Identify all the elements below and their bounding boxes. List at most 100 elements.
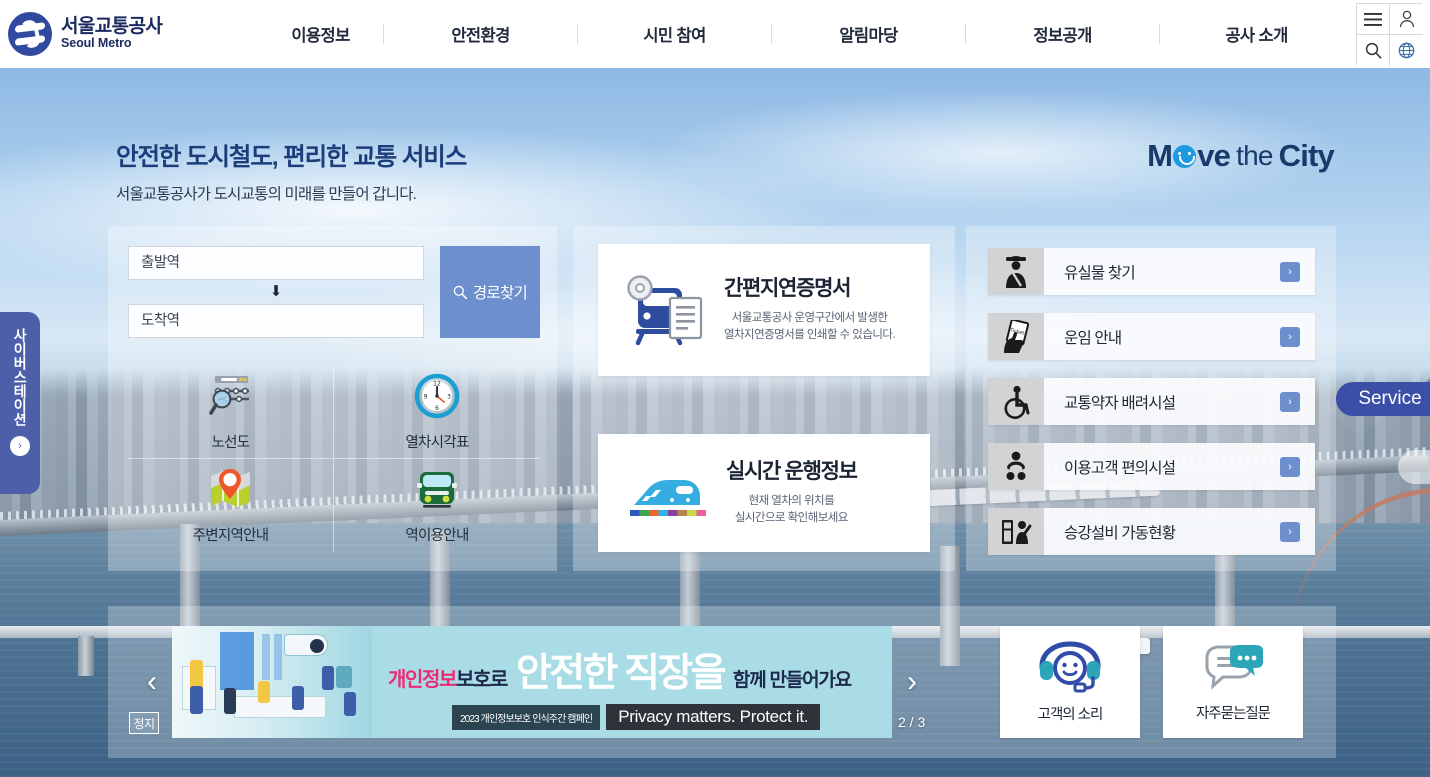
faq-card[interactable]: 자주묻는질문	[1163, 626, 1303, 738]
delay-certificate-card[interactable]: 간편지연증명서 서울교통공사 운영구간에서 발생한 열차지연증명서를 인쇄할 수…	[598, 244, 930, 376]
svg-text:3: 3	[447, 393, 451, 400]
chat-bubbles-icon	[1205, 645, 1263, 690]
search-icon	[453, 285, 468, 299]
chevron-right-icon[interactable]: ›	[1280, 261, 1300, 282]
service-item-label: 승강설비 가동현황	[1064, 524, 1176, 542]
find-route-button[interactable]: 경로찾기	[440, 246, 540, 338]
route-map-icon	[208, 375, 249, 415]
quick-link-label: 열차시각표	[405, 434, 469, 451]
menu-button[interactable]	[1357, 4, 1390, 35]
headset-icon	[1039, 641, 1101, 693]
banner-tail: 함께 만들어가요	[732, 670, 852, 691]
chevron-right-icon[interactable]: ›	[1280, 456, 1300, 477]
main-navigation: 이용정보 안전환경 시민 참여 알림마당 정보공개 공사 소개	[258, 0, 1430, 68]
quick-links-grid: 노선도 12 3 6 9 열차시각표 주변지역안내 역이용안내	[128, 366, 540, 552]
site-header: 서울교통공사 Seoul Metro 이용정보 안전환경 시민 참여 알림마당 …	[0, 0, 1430, 68]
voice-of-customer-card[interactable]: 고객의 소리	[1000, 626, 1140, 738]
carousel-next-button[interactable]: ›	[898, 662, 926, 702]
slogan-part4: City	[1278, 138, 1335, 173]
login-button[interactable]	[1390, 4, 1423, 35]
language-button[interactable]	[1390, 35, 1423, 66]
quick-link-route-map[interactable]: 노선도	[128, 366, 334, 459]
svg-text:6: 6	[435, 405, 439, 412]
promo-banner-slide[interactable]: 개인정보 보호로 안전한 직장을 함께 만들어가요 2023 개인정보보호 인식…	[172, 626, 892, 738]
banner-illustration	[172, 626, 372, 738]
carousel-stop-button[interactable]: 정지	[129, 712, 159, 734]
banner-tag-left: 2023 개인정보보호 인식주간 캠페인	[452, 704, 601, 730]
service-item-label: 유실물 찾기	[1064, 264, 1136, 282]
wheelchair-icon	[988, 378, 1044, 425]
main-panels-row: ⬇ 경로찾기	[0, 226, 1430, 571]
hero-title: 안전한 도시철도, 편리한 교통 서비스	[116, 144, 467, 171]
logo-label-kr: 서울교통공사	[61, 16, 163, 38]
service-side-tab-label: Service	[1358, 388, 1422, 409]
arrival-station-input[interactable]	[128, 304, 424, 338]
carousel-prev-button[interactable]: ‹	[138, 662, 166, 702]
service-item-label: 이용고객 편의시설	[1064, 459, 1176, 477]
banner-tag-right: Privacy matters. Protect it.	[606, 704, 821, 730]
realtime-info-card[interactable]: 실시간 운행정보 현재 열차의 위치를 실시간으로 확인해보세요	[598, 434, 930, 552]
cyber-station-side-tab[interactable]: 사이버스테이션 ›	[0, 312, 40, 494]
banner-copy: 개인정보 보호로 안전한 직장을 함께 만들어가요 2023 개인정보보호 인식…	[372, 626, 892, 738]
security-camera-icon	[284, 634, 328, 656]
service-item-lost-and-found[interactable]: 유실물 찾기 ›	[988, 248, 1315, 295]
chevron-right-icon[interactable]: ›	[1280, 521, 1300, 542]
service-item-convenience[interactable]: 이용고객 편의시설 ›	[988, 443, 1315, 490]
service-links-panel: 유실물 찾기 › Ticket 운임 안내 › 교통약자 배려시설 › 이용고객…	[966, 226, 1336, 571]
service-item-fare-guide[interactable]: Ticket 운임 안내 ›	[988, 313, 1315, 360]
service-side-tab-secondary[interactable]	[1398, 450, 1430, 484]
police-officer-icon	[988, 248, 1044, 295]
banner-lead-navy: 보호로	[456, 669, 508, 691]
slogan-part2: ve	[1197, 138, 1231, 173]
carousel-counter: 2 / 3	[898, 714, 926, 730]
quick-link-label: 노선도	[211, 434, 251, 451]
service-item-label: 운임 안내	[1064, 329, 1122, 347]
bottom-card-label: 자주묻는질문	[1195, 706, 1271, 722]
card-desc-line2: 실시간으로 확인해보세요	[734, 512, 849, 525]
elevator-icon	[988, 508, 1044, 555]
service-item-accessibility[interactable]: 교통약자 배려시설 ›	[988, 378, 1315, 425]
chevron-right-icon[interactable]: ›	[1280, 326, 1300, 347]
map-pin-icon	[210, 469, 250, 507]
bottom-card-label: 고객의 소리	[1037, 707, 1104, 723]
utility-icon-grid	[1356, 3, 1423, 66]
search-icon	[1365, 42, 1382, 59]
smiley-face-icon	[1173, 144, 1197, 168]
quick-link-timetable[interactable]: 12 3 6 9 열차시각표	[334, 366, 540, 459]
nav-item-0[interactable]: 이용정보	[258, 22, 383, 46]
hero-heading-block: 안전한 도시철도, 편리한 교통 서비스 서울교통공사가 도시교통의 미래를 만…	[116, 138, 467, 204]
card-title: 실시간 운행정보	[726, 459, 858, 483]
card-desc-line1: 현재 열차의 위치를	[748, 494, 835, 507]
ticket-hand-icon: Ticket	[988, 313, 1044, 360]
cyber-station-label: 사이버스테이션	[12, 328, 29, 426]
nav-item-1[interactable]: 안전환경	[384, 22, 577, 46]
nav-item-4[interactable]: 정보공개	[966, 22, 1159, 46]
user-icon	[1399, 10, 1414, 28]
quick-link-label: 역이용안내	[405, 528, 469, 544]
nav-item-2[interactable]: 시민 참여	[578, 22, 771, 46]
card-title: 간편지연증명서	[724, 276, 851, 300]
nav-item-5[interactable]: 공사 소개	[1160, 22, 1353, 46]
train-front-icon	[417, 472, 457, 508]
logo[interactable]: 서울교통공사 Seoul Metro	[8, 12, 258, 56]
slogan-part1: M	[1147, 138, 1173, 173]
feature-cards-panel: 간편지연증명서 서울교통공사 운영구간에서 발생한 열차지연증명서를 인쇄할 수…	[573, 226, 955, 571]
card-desc-line2: 열차지연증명서를 인쇄할 수 있습니다.	[724, 329, 896, 342]
find-route-label: 경로찾기	[472, 285, 528, 302]
quick-link-nearby[interactable]: 주변지역안내	[128, 459, 334, 552]
bottom-banner-area: ‹ › 정지 2 / 3 개인정보 보호로 안전한 직장을 함께 만들어가요 2…	[108, 606, 1336, 758]
nav-item-3[interactable]: 알림마당	[772, 22, 965, 46]
chevron-right-icon[interactable]: ›	[1280, 391, 1300, 412]
quick-link-label: 주변지역안내	[192, 528, 270, 544]
menu-icon	[1364, 12, 1382, 26]
card-desc-line1: 서울교통공사 운영구간에서 발생한	[731, 311, 888, 324]
train-realtime-icon	[630, 480, 706, 516]
service-item-elevator-status[interactable]: 승강설비 가동현황 ›	[988, 508, 1315, 555]
clock-icon: 12 3 6 9	[414, 373, 460, 418]
train-certificate-icon	[627, 275, 703, 346]
quick-link-station-guide[interactable]: 역이용안내	[334, 459, 540, 552]
departure-station-input[interactable]	[128, 246, 424, 280]
search-button[interactable]	[1357, 35, 1390, 66]
seoul-metro-logo-icon	[8, 12, 52, 56]
service-side-tab[interactable]: Service	[1336, 382, 1430, 416]
